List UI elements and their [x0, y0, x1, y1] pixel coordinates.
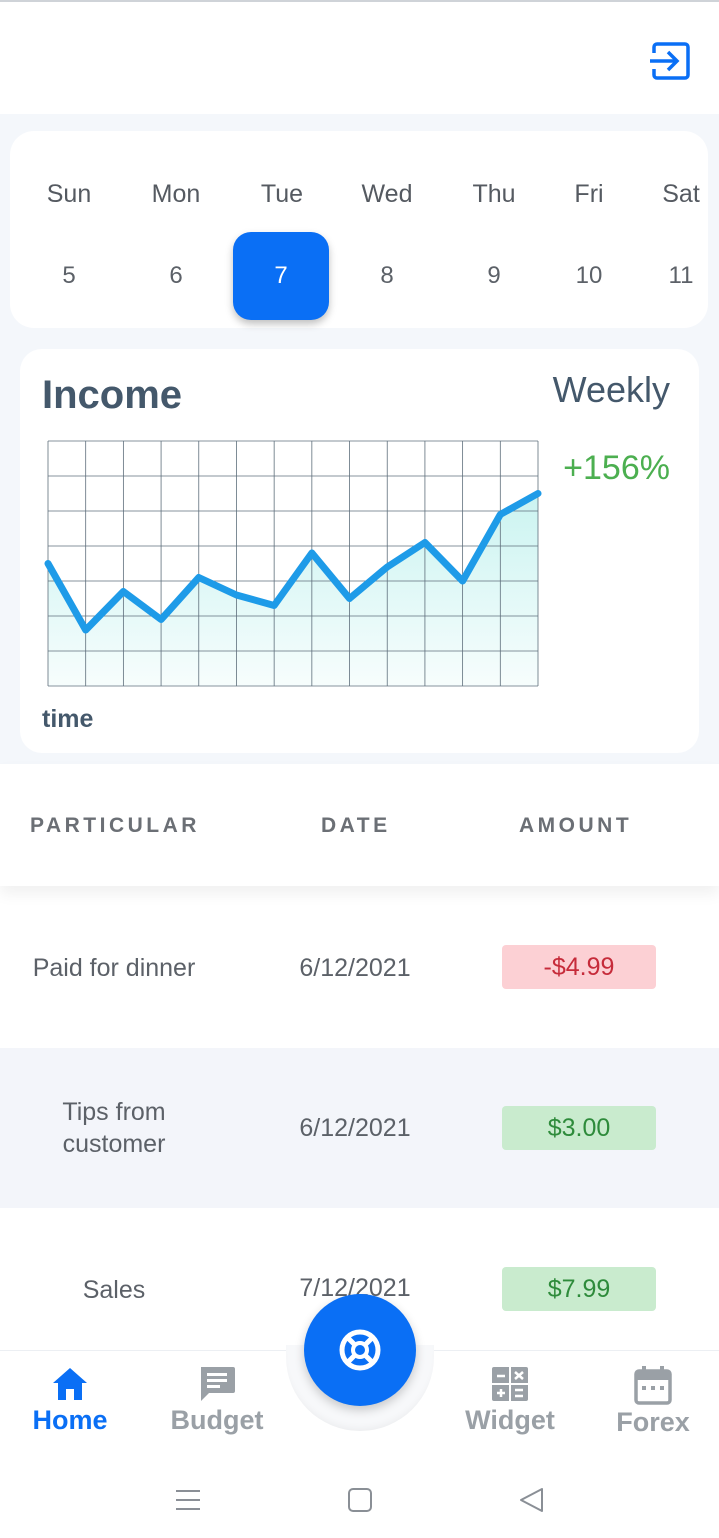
- nav-forex[interactable]: Forex: [593, 1365, 713, 1438]
- day-date: 8: [380, 262, 394, 289]
- day-name: Fri: [574, 180, 604, 208]
- nav-label: Home: [32, 1405, 108, 1435]
- income-data-point: [46, 561, 50, 566]
- nav-label: Budget: [170, 1405, 264, 1435]
- particular-cell: Sales: [82, 1276, 146, 1304]
- nav-budget[interactable]: Budget: [157, 1365, 277, 1436]
- amount-cell: -$4.99: [502, 945, 656, 989]
- income-data-point: [196, 575, 201, 580]
- amount-cell: $3.00: [502, 1106, 656, 1150]
- home-square-icon[interactable]: [340, 1480, 380, 1520]
- amount-cell: $7.99: [502, 1267, 656, 1311]
- calendar-icon: [634, 1366, 672, 1405]
- income-chart: [44, 440, 542, 687]
- home-icon: [53, 1368, 87, 1400]
- income-data-point: [422, 540, 427, 545]
- income-data-point: [159, 617, 164, 622]
- week-calendar: Sun 5 Mon 6 Tue 7 Wed 8 Thu 9 Fri 10 Sat…: [10, 131, 708, 328]
- header-amount: AMOUNT: [519, 814, 633, 837]
- nav-label: Forex: [616, 1407, 690, 1437]
- center-action-button[interactable]: [304, 1294, 416, 1406]
- table-row[interactable]: Paid for dinner 6/12/2021 -$4.99: [0, 888, 719, 1048]
- income-data-point: [536, 491, 540, 496]
- table-header: PARTICULAR DATE AMOUNT: [0, 764, 719, 886]
- lifebuoy-icon: [339, 1329, 381, 1371]
- day-name: Sun: [46, 180, 92, 208]
- day-name: Thu: [472, 180, 516, 208]
- date-cell: 6/12/2021: [299, 954, 411, 982]
- chat-icon: [201, 1367, 235, 1401]
- day-date: 10: [575, 262, 603, 289]
- exit-to-app-icon[interactable]: [650, 40, 692, 82]
- particular-cell: Tips from customer: [62, 1098, 166, 1158]
- back-triangle-icon[interactable]: [512, 1480, 552, 1520]
- header-date: DATE: [321, 814, 391, 837]
- income-card: Income Weekly +156% time: [20, 349, 699, 753]
- day-name: Wed: [361, 180, 413, 208]
- system-navigation-bar: [0, 1466, 719, 1537]
- day-name: Mon: [151, 180, 201, 208]
- income-data-point: [272, 603, 277, 608]
- day-date: 7: [233, 232, 329, 320]
- day-name: Tue: [260, 180, 304, 208]
- day-name: Sat: [662, 180, 700, 208]
- day-date: 6: [169, 262, 183, 289]
- table-row[interactable]: Tips from customer 6/12/2021 $3.00: [0, 1048, 719, 1208]
- income-data-point: [460, 579, 465, 583]
- income-data-point: [234, 593, 239, 597]
- particular-cell: Paid for dinner: [32, 954, 196, 982]
- income-data-point: [83, 628, 88, 632]
- header-particular: PARTICULAR: [30, 814, 200, 837]
- app-header: [0, 2, 719, 114]
- day-date: 9: [487, 262, 501, 289]
- income-data-point: [309, 551, 314, 555]
- nav-widget[interactable]: Widget: [450, 1365, 570, 1436]
- calculator-icon: [492, 1367, 528, 1401]
- income-data-point: [385, 565, 390, 569]
- nav-label: Widget: [465, 1405, 555, 1435]
- nav-home[interactable]: Home: [10, 1365, 130, 1436]
- day-date: 11: [668, 262, 694, 289]
- x-axis-label: time: [42, 705, 94, 733]
- day-date: 5: [62, 262, 76, 289]
- income-data-point: [121, 589, 126, 594]
- date-cell: 6/12/2021: [299, 1114, 411, 1142]
- menu-icon[interactable]: [168, 1480, 208, 1520]
- income-data-point: [347, 596, 352, 601]
- income-data-point: [498, 512, 503, 517]
